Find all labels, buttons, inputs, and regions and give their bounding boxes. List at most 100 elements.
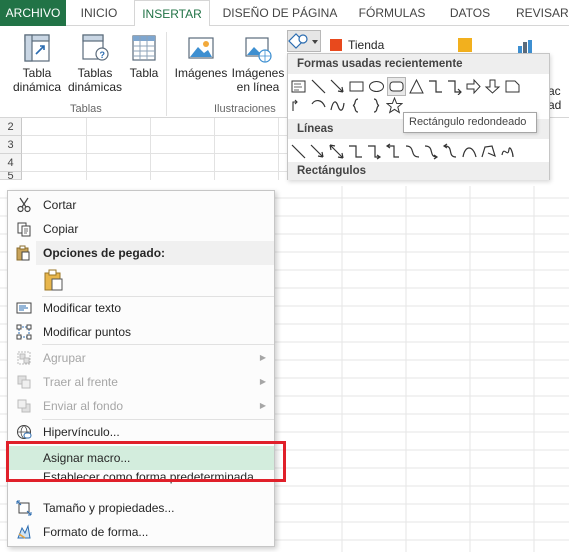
tab-archivo[interactable]: ARCHIVO: [0, 0, 66, 26]
scissors-icon: [17, 197, 31, 213]
menu-item-agrupar: Agrupar ▶: [9, 346, 274, 370]
curved-double-arrow-shape-icon[interactable]: [442, 143, 459, 160]
row-header[interactable]: 3: [0, 136, 22, 154]
tab-revisar[interactable]: REVISAR: [506, 0, 569, 26]
menu-label-formato-forma: Formato de forma...: [43, 525, 149, 539]
tabla-dinamica-button[interactable]: Tabla dinámica: [10, 32, 64, 94]
tabla-dinamica-line1: Tabla: [22, 66, 52, 80]
menu-item-tamano[interactable]: Tamaño y propiedades...: [9, 496, 274, 520]
curved-connector-shape-icon[interactable]: [404, 143, 421, 160]
submenu-arrow-icon: ▶: [259, 353, 266, 362]
tablas-dinamicas-button[interactable]: ? Tablas dinámicas: [66, 32, 124, 94]
hyperlink-icon: [17, 425, 32, 439]
context-menu: Cortar Copiar Opciones de pegado: Modifi…: [7, 190, 275, 547]
menu-item-enviar-fondo: Enviar al fondo ▶: [9, 394, 274, 418]
row-header-label: 5: [7, 172, 14, 180]
arrow-curved-shape-icon[interactable]: [291, 97, 308, 114]
imagenes-en-linea-line1: Imágenes: [231, 66, 285, 80]
tab-formulas[interactable]: FÓRMULAS: [350, 0, 434, 26]
row-header[interactable]: 4: [0, 154, 22, 172]
partial-label-1: ac: [548, 84, 561, 98]
wave-shape-icon[interactable]: [329, 97, 346, 114]
imagenes-en-linea-button[interactable]: Imágenes en línea: [230, 32, 286, 94]
elbow-connector-shape-icon[interactable]: [427, 78, 444, 95]
gallery-row-recent: [288, 75, 549, 97]
worksheet-grid[interactable]: 2 3 4 5: [0, 118, 290, 180]
recommended-pivot-icon: ?: [82, 34, 109, 61]
menu-separator: [42, 344, 274, 345]
row-header[interactable]: 5: [0, 172, 22, 180]
send-backward-icon: [17, 399, 31, 413]
edit-points-icon: [16, 324, 32, 340]
menu-item-modificar-texto[interactable]: Modificar texto: [9, 296, 274, 320]
imagenes-en-linea-line2: en línea: [236, 80, 280, 94]
group-separator: [166, 32, 167, 116]
menu-label-enviar-fondo: Enviar al fondo: [43, 399, 124, 413]
menu-label-copiar: Copiar: [43, 222, 79, 236]
imagenes-button[interactable]: Imágenes: [174, 32, 228, 80]
tienda-button[interactable]: Tienda: [330, 38, 384, 52]
freeform-shape-icon[interactable]: [480, 143, 497, 160]
scribble-shape-icon[interactable]: [499, 143, 516, 160]
size-properties-icon: [16, 500, 32, 516]
curve-shape-icon[interactable]: [461, 143, 478, 160]
menu-label-hipervinculo: Hipervínculo...: [43, 425, 120, 439]
picture-icon: [188, 37, 214, 59]
gridline: [278, 118, 279, 180]
arc-shape-icon[interactable]: [310, 97, 327, 114]
down-arrow-shape-icon[interactable]: [484, 78, 501, 95]
snip-corner-shape-icon[interactable]: [504, 78, 521, 95]
edit-text-icon: [16, 302, 32, 314]
tab-insertar[interactable]: INSERTAR: [134, 0, 210, 27]
textbox-shape-icon[interactable]: [290, 78, 307, 95]
gridline: [214, 118, 215, 180]
submenu-arrow-icon: ▶: [259, 377, 266, 386]
elbow-arrow-shape-icon[interactable]: [366, 143, 383, 160]
row-header[interactable]: 2: [0, 118, 22, 136]
menu-label-agrupar: Agrupar: [43, 351, 86, 365]
curved-arrow-shape-icon[interactable]: [423, 143, 440, 160]
rounded-rectangle-shape-icon[interactable]: [387, 77, 406, 96]
gallery-header-rectangulos: Rectángulos: [288, 162, 549, 180]
menu-item-cortar[interactable]: Cortar: [9, 193, 274, 217]
group-icon: [17, 351, 31, 365]
elbow-double-arrow-shape-icon[interactable]: [385, 143, 402, 160]
pivot-table-icon: [24, 34, 50, 62]
tablas-dinamicas-line1: Tablas: [77, 66, 113, 80]
menu-item-modificar-puntos[interactable]: Modificar puntos: [9, 320, 274, 344]
menu-item-formato-forma[interactable]: Formato de forma...: [9, 520, 274, 544]
gridline: [86, 118, 87, 180]
elbow-connector-shape-icon[interactable]: [347, 143, 364, 160]
left-brace-shape-icon[interactable]: [348, 97, 365, 114]
gridline: [22, 171, 290, 172]
tab-diseno-pagina[interactable]: DISEÑO DE PÁGINA: [214, 0, 346, 26]
tab-inicio[interactable]: INICIO: [70, 0, 128, 26]
gallery-row-lines: [288, 140, 549, 162]
line-shape-icon[interactable]: [290, 143, 307, 160]
tabla-dinamica-line2: dinámica: [12, 80, 62, 94]
paste-options-header: Opciones de pegado:: [36, 241, 274, 265]
line-shape-icon[interactable]: [310, 78, 327, 95]
tab-datos[interactable]: DATOS: [438, 0, 502, 26]
rectangle-shape-icon[interactable]: [348, 78, 365, 95]
oval-shape-icon[interactable]: [368, 78, 385, 95]
right-brace-shape-icon[interactable]: [367, 97, 384, 114]
formas-button[interactable]: [287, 30, 321, 52]
tienda-label: Tienda: [348, 38, 385, 52]
triangle-shape-icon[interactable]: [408, 78, 425, 95]
double-arrow-line-shape-icon[interactable]: [328, 143, 345, 160]
arrow-line-shape-icon[interactable]: [329, 78, 346, 95]
star-shape-icon[interactable]: [386, 97, 403, 114]
menu-item-copiar[interactable]: Copiar: [9, 217, 274, 241]
gridline: [150, 118, 151, 180]
arrow-line-shape-icon[interactable]: [309, 143, 326, 160]
tabla-label: Tabla: [129, 66, 159, 80]
right-arrow-shape-icon[interactable]: [465, 78, 482, 95]
format-shape-icon: [17, 524, 31, 539]
tabla-button[interactable]: Tabla: [126, 32, 162, 80]
paste-icon-small: [15, 245, 31, 261]
paste-option-keep-icon[interactable]: [42, 268, 66, 292]
elbow-arrow-shape-icon[interactable]: [446, 78, 463, 95]
table-icon: [132, 35, 156, 61]
bing-icon: [458, 38, 472, 52]
